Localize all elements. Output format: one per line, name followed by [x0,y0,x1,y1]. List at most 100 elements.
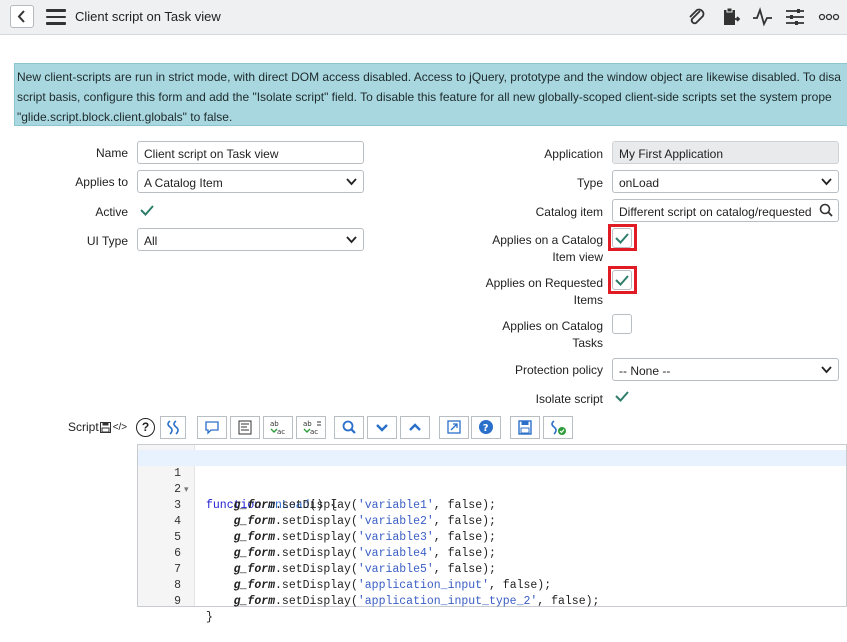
applies-catalog-view-label: Applies on a Catalog Item view [470,232,603,266]
applies-tasks-checkbox[interactable] [612,314,632,334]
catalog-item-label: Catalog item [535,205,603,219]
code-object: g_form [233,595,276,608]
catalog-item-lookup-button[interactable] [815,199,839,222]
script-link-icon [167,420,179,435]
label-line: Applies on Catalog [502,319,603,333]
code-line: 6 g_form.setDisplay('variable5', false); [138,530,846,576]
name-input[interactable]: Client script on Task view [137,141,364,164]
search-icon [342,420,356,434]
ui-type-select[interactable]: All [137,228,364,251]
code-line: 9 } [138,578,846,624]
back-button[interactable] [10,5,34,28]
label-line: Applies on a Catalog [492,233,603,247]
svg-text:?: ? [483,423,489,434]
checkmark-icon [615,391,629,402]
protection-policy-select[interactable]: -- None -- [612,358,839,381]
catalog-item-input[interactable]: Different script on catalog/requested [612,199,816,222]
format-icon [238,420,252,435]
search-button[interactable] [334,416,364,439]
menu-icon[interactable] [46,9,66,25]
isolate-script-label: Isolate script [535,392,603,406]
code-line: 4 g_form.setDisplay('variable3', false); [138,498,846,544]
replace-all-icon: abac [303,420,321,436]
code-line: 3 g_form.setDisplay('variable2', false); [138,482,846,528]
type-value: onLoad [619,176,660,190]
code-string: 'application_input_type_2' [357,595,538,608]
name-label: Name [95,146,128,160]
code-line: 1 ▾ function onLoad() { [138,450,846,512]
applies-tasks-label: Applies on Catalog Tasks [470,318,603,352]
type-select[interactable]: onLoad [612,170,839,193]
help-icon: ? [479,420,493,434]
svg-text:ac: ac [310,428,318,436]
toggle-comment-button[interactable] [197,416,227,439]
script-check-icon [551,420,566,435]
label-line: Applies on Requested [485,276,603,290]
application-field: My First Application [612,141,839,164]
page-title: Client script on Task view [75,9,221,24]
paperclip-icon[interactable] [686,7,708,27]
format-code-button[interactable] [230,416,260,439]
code-line: 5 g_form.setDisplay('variable4', false); [138,514,846,560]
save-icon[interactable] [99,421,111,433]
replace-all-button[interactable]: ab ac [296,416,326,439]
banner-line: New client-scripts are run in strict mod… [17,70,841,84]
line-number: 9 [174,595,181,608]
application-label: Application [544,147,603,161]
find-previous-button[interactable] [400,416,430,439]
chevron-down-icon [346,178,357,186]
applies-to-select[interactable]: A Catalog Item [137,170,364,193]
code-line: 8 g_form.setDisplay('application_input_t… [138,562,846,608]
label-line: Items [573,293,603,307]
ui-type-value: All [144,234,158,248]
script-label: Script [68,420,99,434]
sliders-icon[interactable] [784,7,806,27]
code-text: , false); [537,595,600,608]
applies-to-label: Applies to [75,175,128,189]
replace-icon: abac [270,420,285,436]
comment-icon [205,421,219,435]
banner-line: script basis, configure this form and ad… [17,90,832,104]
syntax-check-button[interactable] [543,416,573,439]
code-tag-icon[interactable]: </> [113,422,127,433]
ui-type-label: UI Type [86,234,128,248]
script-help-button[interactable]: ? [471,416,501,439]
highlight-box [608,266,637,294]
chevron-down-icon [376,424,388,432]
replace-button[interactable]: ab ac [263,416,293,439]
banner-line: "glide.script.block.client.globals" to f… [17,110,233,124]
save-icon [518,420,532,435]
active-checkbox[interactable] [137,200,157,220]
chevron-down-icon [821,178,832,186]
code-line: 2 g_form.setDisplay('variable1', false); [138,466,846,512]
applies-to-value: A Catalog Item [144,176,223,190]
protection-policy-value: -- None -- [619,364,671,378]
save-script-button[interactable] [510,416,540,439]
script-include-button[interactable] [160,416,186,439]
chevron-down-icon [346,236,357,244]
fullscreen-button[interactable] [439,416,469,439]
activity-icon[interactable] [752,7,774,27]
chevron-down-icon [821,366,832,374]
isolate-script-checkbox[interactable] [612,386,632,406]
highlight-box [608,224,637,251]
chevron-left-icon [17,10,25,23]
svg-text:ab: ab [303,420,312,428]
code-text: .setDisplay( [275,595,358,608]
svg-text:ac: ac [277,428,285,436]
find-next-button[interactable] [367,416,397,439]
more-icon[interactable] [818,7,840,27]
label-line: Item view [552,250,603,264]
clipboard-icon[interactable] [720,7,742,27]
search-icon [819,203,833,217]
chevron-up-icon [409,423,421,431]
help-icon[interactable]: ? [136,418,155,437]
type-label: Type [576,176,603,190]
svg-text:ab: ab [270,420,279,428]
info-banner: New client-scripts are run in strict mod… [14,63,847,126]
active-label: Active [95,205,128,219]
form-header: Client script on Task view [0,0,847,35]
checkmark-icon [140,205,154,216]
applies-requested-label: Applies on Requested Items [470,275,603,309]
script-editor[interactable]: 1 ▾ function onLoad() { 2 g_form.setDisp… [137,444,847,624]
